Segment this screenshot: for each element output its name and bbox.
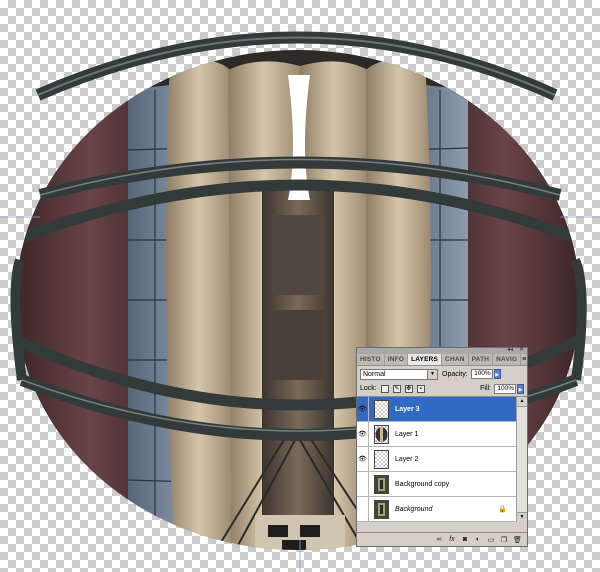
tab-paths[interactable]: PATH (469, 354, 494, 365)
layer-row-background-copy[interactable]: Background copy (357, 471, 517, 497)
visibility-eye-icon[interactable]: 👁 (357, 446, 369, 472)
layer-row-background[interactable]: Background 🔒 (357, 496, 517, 522)
blend-mode-value: Normal (363, 370, 386, 378)
layer-thumbnail (374, 449, 389, 469)
layer-name: Layer 2 (395, 455, 419, 463)
lock-pixels-icon[interactable]: ✎ (392, 384, 401, 393)
lock-position-icon[interactable]: ✥ (404, 384, 413, 393)
lock-label: Lock: (360, 385, 377, 392)
layers-list: 👁 Layer 3 👁 Layer 1 👁 Layer 2 Background… (357, 396, 517, 522)
tab-channels[interactable]: CHAN (442, 354, 469, 365)
document-canvas[interactable]: ◂◂ ✕ HISTO INFO LAYERS CHAN PATH NAVIG ≡… (0, 0, 600, 572)
tab-history[interactable]: HISTO (357, 354, 385, 365)
layer-thumbnail (374, 399, 389, 419)
layer-thumbnail (374, 499, 389, 519)
chevron-down-icon: ▼ (427, 369, 437, 379)
opacity-label: Opacity: (442, 370, 468, 378)
fill-label: Fill: (480, 385, 491, 392)
link-icon[interactable]: ∞ (435, 536, 443, 543)
blend-mode-select[interactable]: Normal ▼ (360, 368, 438, 380)
collapse-icon[interactable]: ◂◂ (507, 346, 513, 353)
layer-thumbnail (374, 474, 389, 494)
trash-icon[interactable]: 🗑 (513, 536, 522, 544)
opacity-field[interactable]: 100% (470, 369, 493, 379)
layers-bottom-toolbar: ∞ fx ◙ ◐ ▭ ❐ 🗑 (357, 532, 527, 546)
layer-row-layer-3[interactable]: 👁 Layer 3 (357, 396, 517, 422)
lock-icon: 🔒 (498, 506, 507, 513)
layers-panel[interactable]: ◂◂ ✕ HISTO INFO LAYERS CHAN PATH NAVIG ≡… (356, 347, 528, 547)
scroll-up-icon[interactable]: ▲ (517, 397, 527, 407)
visibility-toggle-empty[interactable] (357, 471, 369, 497)
layer-row-layer-2[interactable]: 👁 Layer 2 (357, 446, 517, 472)
panel-menu-icon[interactable]: ≡ (521, 354, 527, 365)
tab-layers[interactable]: LAYERS (408, 354, 443, 365)
visibility-toggle-empty[interactable] (357, 496, 369, 522)
panel-title-bar[interactable]: ◂◂ ✕ (357, 346, 527, 354)
folder-icon[interactable]: ▭ (487, 536, 495, 544)
layers-scrollbar[interactable]: ▲ ▼ (516, 396, 527, 522)
layer-row-layer-1[interactable]: 👁 Layer 1 (357, 421, 517, 447)
visibility-eye-icon[interactable]: 👁 (357, 421, 369, 447)
opacity-slider-arrow-icon[interactable]: ▶ (493, 369, 501, 379)
scroll-down-icon[interactable]: ▼ (517, 512, 527, 522)
layer-thumbnail (374, 424, 389, 444)
mask-icon[interactable]: ◙ (461, 536, 469, 543)
new-layer-icon[interactable]: ❐ (500, 536, 508, 544)
layer-name: Background copy (395, 480, 450, 488)
tab-info[interactable]: INFO (385, 354, 409, 365)
layer-name: Layer 3 (395, 405, 420, 413)
layer-name: Layer 1 (395, 430, 419, 438)
close-icon[interactable]: ✕ (519, 346, 524, 353)
visibility-eye-icon[interactable]: 👁 (357, 396, 369, 422)
tab-navigator[interactable]: NAVIG (493, 354, 522, 365)
lock-transparency-icon[interactable] (380, 384, 389, 393)
adjustment-icon[interactable]: ◐ (474, 536, 482, 543)
fx-icon[interactable]: fx (448, 536, 456, 543)
layer-name: Background (395, 505, 433, 513)
fill-slider-arrow-icon[interactable]: ▶ (517, 383, 524, 394)
panel-tabs: HISTO INFO LAYERS CHAN PATH NAVIG ≡ (357, 354, 527, 366)
lock-all-icon[interactable]: ▪ (416, 384, 425, 393)
fill-field[interactable]: 100% (494, 383, 516, 394)
